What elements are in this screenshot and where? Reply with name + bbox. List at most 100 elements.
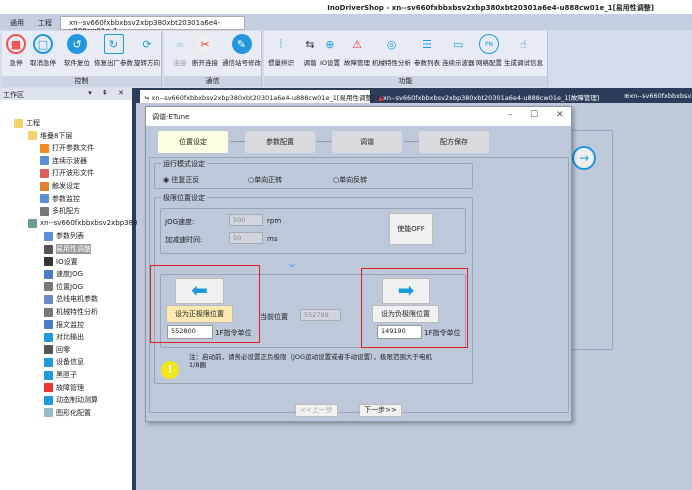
tree-item-icon bbox=[28, 218, 37, 228]
next-step-button[interactable]: 下一步>> bbox=[359, 404, 402, 417]
tree-item-icon bbox=[44, 408, 53, 418]
edit-icon: ✎ bbox=[231, 34, 252, 54]
step-position[interactable]: 位置设定 bbox=[158, 131, 228, 153]
tree-item[interactable]: IO设置 bbox=[44, 257, 78, 267]
cancel-estop-button[interactable]: □ 取消急停 bbox=[30, 34, 56, 67]
next-circle-icon[interactable]: → bbox=[572, 146, 596, 170]
tree-item-label: 回零 bbox=[56, 345, 70, 354]
tree-item[interactable]: 堆叠8下层 bbox=[28, 131, 72, 141]
tree-item[interactable]: 参数列表 bbox=[44, 231, 84, 241]
step-tune[interactable]: 调谐 bbox=[332, 131, 402, 153]
network-icon: PN bbox=[479, 34, 499, 54]
jog-speed-input[interactable]: 500 bbox=[229, 214, 263, 226]
tree-item[interactable]: 速度JOG bbox=[44, 269, 83, 279]
tree-item-label: 故障管理 bbox=[56, 383, 84, 392]
workspace-panel: 工作区 ▾ ⇞ ✕ 工程 堆叠8下层 打开参数文件 连续示波器 打开波形文件 触发设定 参数监… bbox=[0, 88, 138, 490]
tree-item[interactable]: 动态制动测算 bbox=[44, 395, 98, 405]
tree-item[interactable]: 打开参数文件 bbox=[40, 143, 94, 153]
inertia-button[interactable]: ⦙ 惯量辨识 bbox=[268, 34, 294, 67]
radio-reverse[interactable]: ○单向反转 bbox=[333, 175, 367, 185]
tree-item-icon bbox=[44, 345, 53, 355]
etune-dialog: 调谐-ETune – ☐ ✕ 位置设定 参数配置 调谐 配方保存 运行模式设定 … bbox=[145, 106, 572, 422]
tree-item[interactable]: 工程 bbox=[14, 118, 40, 128]
list-icon: ☰ bbox=[422, 37, 432, 51]
tree-item[interactable]: 图形化配置 bbox=[44, 408, 91, 418]
menu-tab-project[interactable]: 工程 bbox=[38, 18, 52, 28]
group-function: ⦙ 惯量辨识 ⇆ 调谐 ⊕ IO设置 ⚠ 故障管理 ◎ 机械特性分析 ☰ 参数列表 ▭ 连续示… bbox=[264, 31, 548, 87]
tree-item[interactable]: 易用性调整 bbox=[44, 244, 91, 254]
tree-item[interactable]: 多机配方 bbox=[40, 206, 80, 216]
inertia-icon: ⦙ bbox=[279, 37, 283, 50]
tree-item-icon bbox=[40, 181, 49, 191]
minimize-button[interactable]: – bbox=[508, 110, 513, 120]
tree-item[interactable]: 参数监控 bbox=[40, 194, 80, 204]
tree-item-label: 堆叠8下层 bbox=[40, 131, 73, 140]
run-mode-group: 运行模式设定 ◉ 往复正反 ○单向正转 ○单向反转 bbox=[154, 159, 473, 189]
menu-tab-general[interactable]: 通用 bbox=[10, 18, 24, 28]
doc-tab-io[interactable]: ⊕xn--sv660fxbbxbsv2xbp bbox=[620, 90, 692, 103]
radio-reciprocate[interactable]: ◉ 往复正反 bbox=[163, 175, 199, 185]
tree-item-icon bbox=[40, 143, 49, 153]
tree-item-icon bbox=[28, 131, 37, 141]
cancel-stop-icon: □ bbox=[33, 34, 53, 54]
crosshair-icon: ⊕ bbox=[325, 37, 335, 51]
mech-analysis-button[interactable]: ◎ 机械特性分析 bbox=[372, 34, 411, 68]
tree-item-label: 连续示波器 bbox=[52, 156, 87, 165]
oscilloscope-button[interactable]: ▭ 连续示波器 bbox=[442, 34, 475, 68]
ribbon-doc-tab[interactable]: xn--sv660fxbbxbsv2xbp380xbt20301a6e4-u88… bbox=[60, 16, 245, 35]
tree-item-icon bbox=[40, 156, 49, 166]
window-title-bar: InoDriverShop - xn--sv660fxbbxbsv2xbp380… bbox=[0, 0, 692, 14]
tree-item[interactable]: 总线电机参数 bbox=[44, 294, 98, 304]
fault-button[interactable]: ⚠ 故障管理 bbox=[344, 34, 370, 68]
accel-time-input[interactable]: 50 bbox=[229, 232, 263, 244]
network-button[interactable]: PN 网络配置 bbox=[476, 34, 502, 67]
tree-item[interactable]: 连续示波器 bbox=[40, 156, 87, 166]
enable-off-button[interactable]: 使能OFF bbox=[389, 213, 433, 245]
warning-icon: ⚠ bbox=[352, 37, 362, 51]
close-button[interactable]: ✕ bbox=[556, 110, 564, 120]
station-edit-button[interactable]: ✎ 通信站号修改 bbox=[222, 34, 261, 67]
tree-item-icon bbox=[44, 332, 53, 342]
tree-item-label: 设备信息 bbox=[56, 358, 84, 367]
tree-item[interactable]: 回零 bbox=[44, 345, 70, 355]
connect-button[interactable]: ∞ 连接 bbox=[170, 34, 190, 68]
factory-reset-button[interactable]: ↻ 恢复出厂参数 bbox=[94, 34, 133, 67]
tree-item[interactable]: 打开波形文件 bbox=[40, 168, 94, 178]
prev-step-button[interactable]: <<上一步 bbox=[295, 404, 338, 417]
step-save[interactable]: 配方保存 bbox=[419, 131, 489, 153]
tree-item[interactable]: 机械特性分析 bbox=[44, 307, 98, 317]
tree-item-icon bbox=[44, 370, 53, 380]
param-list-button[interactable]: ☰ 参数列表 bbox=[414, 34, 440, 68]
tree-item-label: 打开参数文件 bbox=[52, 144, 94, 153]
tree-item-label: 图形化配置 bbox=[56, 408, 91, 417]
tree-item[interactable]: 设备信息 bbox=[44, 357, 84, 367]
debug-info-button[interactable]: ☝ 生成调试信息 bbox=[504, 34, 543, 68]
tree-item[interactable]: 黑匣子 bbox=[44, 370, 77, 380]
tree-item[interactable]: xn--sv660fxbbxbsv2xbp380 bbox=[28, 218, 138, 228]
tree-item[interactable]: 报文监控 bbox=[44, 320, 84, 330]
radio-forward[interactable]: ○单向正转 bbox=[248, 175, 282, 185]
maximize-button[interactable]: ☐ bbox=[530, 110, 538, 120]
tune-button[interactable]: ⇆ 调谐 bbox=[300, 34, 320, 68]
estop-button[interactable]: ■ 急停 bbox=[6, 34, 26, 67]
tree-item[interactable]: 故障管理 bbox=[44, 383, 84, 393]
tree-item-label: 机械特性分析 bbox=[56, 308, 98, 316]
tree-item-label: 易用性调整 bbox=[56, 244, 91, 254]
tree-item-icon bbox=[44, 269, 53, 279]
soft-reset-button[interactable]: ↺ 软件复位 bbox=[64, 34, 90, 67]
window-title: InoDriverShop - xn--sv660fxbbxbsv2xbp380… bbox=[327, 4, 654, 12]
tree-item-label: 工程 bbox=[26, 119, 40, 127]
rotation-direction-button[interactable]: ⟳ 旋转方向 bbox=[134, 34, 160, 68]
io-settings-button[interactable]: ⊕ IO设置 bbox=[320, 34, 340, 68]
disconnect-button[interactable]: ✂ 断开连接 bbox=[192, 34, 218, 67]
rotate-icon: ⟳ bbox=[142, 37, 152, 51]
tree-item-icon bbox=[44, 383, 53, 393]
tree-item-icon bbox=[14, 118, 23, 128]
tree-item[interactable]: 对比输出 bbox=[44, 332, 84, 342]
tree-item[interactable]: 位置JOG bbox=[44, 282, 83, 292]
doc-tab-fault[interactable]: ▲xn--sv660fxbbxbsv2xbp380xbt20301a6e4-u8… bbox=[374, 90, 614, 103]
tree-item[interactable]: 触发设定 bbox=[40, 181, 80, 191]
doc-tab-usability[interactable]: ≒ xn--sv660fxbbxbsv2xbp380xbt20301a6e4-u… bbox=[140, 90, 382, 103]
step-params[interactable]: 参数配置 bbox=[245, 131, 315, 153]
panel-controls[interactable]: ▾ ⇞ ✕ bbox=[88, 89, 128, 97]
